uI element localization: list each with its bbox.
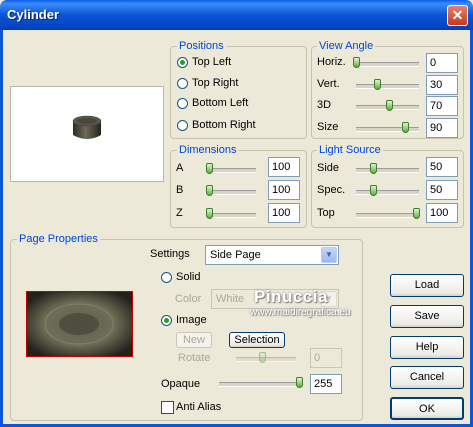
close-icon: ✕ <box>451 7 464 23</box>
color-value: White <box>216 293 245 305</box>
radio-bottom-left[interactable] <box>177 98 188 109</box>
title-bar[interactable]: Cylinder ✕ <box>0 0 473 30</box>
opaque-label: Opaque <box>161 378 201 390</box>
cancel-button[interactable]: Cancel <box>390 366 464 389</box>
spec-value-field[interactable]: 50 <box>426 180 458 200</box>
label-b: B <box>176 184 184 196</box>
size-value-field[interactable]: 90 <box>426 118 458 138</box>
label-3d: 3D <box>317 99 332 111</box>
side-slider-track[interactable] <box>356 168 419 173</box>
radio-top-left[interactable] <box>177 57 188 68</box>
page-properties-legend: Page Properties <box>17 233 100 245</box>
view-angle-legend: View Angle <box>317 40 376 52</box>
vert-slider-thumb[interactable] <box>374 79 381 90</box>
opaque-slider-thumb[interactable] <box>296 377 303 388</box>
watermark-name: Pinuccia <box>254 287 328 306</box>
rotate-label: Rotate <box>178 352 211 364</box>
texture-image <box>27 292 132 356</box>
color-label: Color <box>175 293 202 305</box>
vert-slider-track[interactable] <box>356 84 419 89</box>
spec-slider-thumb[interactable] <box>370 185 377 196</box>
label-top-left[interactable]: Top Left <box>192 56 231 68</box>
settings-dropdown[interactable]: Side Page ▼ <box>205 245 339 265</box>
label-solid[interactable]: Solid <box>176 271 200 283</box>
help-button[interactable]: Help <box>390 336 464 359</box>
b-slider-thumb[interactable] <box>206 185 213 196</box>
size-slider-track[interactable] <box>356 127 419 132</box>
antialias-label[interactable]: Anti Alias <box>176 401 221 413</box>
label-a: A <box>176 162 184 174</box>
label-z: Z <box>176 207 183 219</box>
watermark-site: www.maidiregrafica.eu <box>250 307 351 318</box>
label-bottom-left[interactable]: Bottom Left <box>192 97 248 109</box>
light-source-legend: Light Source <box>317 144 383 156</box>
radio-bottom-right[interactable] <box>177 120 188 131</box>
z-value-field[interactable]: 100 <box>268 203 300 223</box>
settings-value: Side Page <box>210 249 261 261</box>
load-button[interactable]: Load <box>390 274 464 297</box>
preview-panel <box>10 86 164 182</box>
z-slider-track[interactable] <box>206 213 256 218</box>
label-side: Side <box>317 162 340 174</box>
label-spec: Spec. <box>317 184 346 196</box>
new-button[interactable]: New <box>176 332 212 348</box>
label-top: Top <box>317 207 335 219</box>
side-slider-thumb[interactable] <box>370 163 377 174</box>
label-vert: Vert. <box>317 78 340 90</box>
z-slider-thumb[interactable] <box>206 208 213 219</box>
a-value-field[interactable]: 100 <box>268 157 300 177</box>
chevron-down-icon[interactable]: ▼ <box>321 247 337 263</box>
antialias-checkbox[interactable] <box>161 401 174 414</box>
positions-legend: Positions <box>177 40 226 52</box>
dimensions-legend: Dimensions <box>177 144 239 156</box>
spec-slider-track[interactable] <box>356 190 419 195</box>
top-value-field[interactable]: 100 <box>426 203 458 223</box>
label-size: Size <box>317 121 339 133</box>
rotate-slider-thumb[interactable] <box>259 352 266 363</box>
ok-button[interactable]: OK <box>390 397 464 420</box>
settings-label: Settings <box>150 248 190 260</box>
save-button[interactable]: Save <box>390 305 464 328</box>
opaque-slider-track[interactable] <box>219 382 301 387</box>
label-image[interactable]: Image <box>176 314 207 326</box>
selection-button[interactable]: Selection <box>229 332 285 348</box>
top-slider-thumb[interactable] <box>413 208 420 219</box>
side-value-field[interactable]: 50 <box>426 157 458 177</box>
radio-solid[interactable] <box>161 272 172 283</box>
texture-thumbnail <box>26 291 133 357</box>
label-horiz: Horiz. <box>317 56 346 68</box>
radio-top-right[interactable] <box>177 78 188 89</box>
rotate-value-field[interactable]: 0 <box>310 348 342 368</box>
cylinder-preview-image <box>72 115 102 139</box>
label-bottom-right[interactable]: Bottom Right <box>192 119 256 131</box>
b-value-field[interactable]: 100 <box>268 180 300 200</box>
label-top-right[interactable]: Top Right <box>192 77 238 89</box>
vert-value-field[interactable]: 30 <box>426 75 458 95</box>
horiz-slider-thumb[interactable] <box>353 57 360 68</box>
3d-value-field[interactable]: 70 <box>426 96 458 116</box>
b-slider-track[interactable] <box>206 190 256 195</box>
horiz-slider-track[interactable] <box>356 62 419 67</box>
top-slider-track[interactable] <box>356 213 419 218</box>
rotate-slider-track[interactable] <box>236 357 296 362</box>
radio-image[interactable] <box>161 315 172 326</box>
a-slider-thumb[interactable] <box>206 163 213 174</box>
window-title: Cylinder <box>7 7 60 22</box>
size-slider-thumb[interactable] <box>402 122 409 133</box>
close-button[interactable]: ✕ <box>447 5 468 26</box>
horiz-value-field[interactable]: 0 <box>426 53 458 73</box>
opaque-value-field[interactable]: 255 <box>310 374 342 394</box>
a-slider-track[interactable] <box>206 168 256 173</box>
3d-slider-thumb[interactable] <box>386 100 393 111</box>
